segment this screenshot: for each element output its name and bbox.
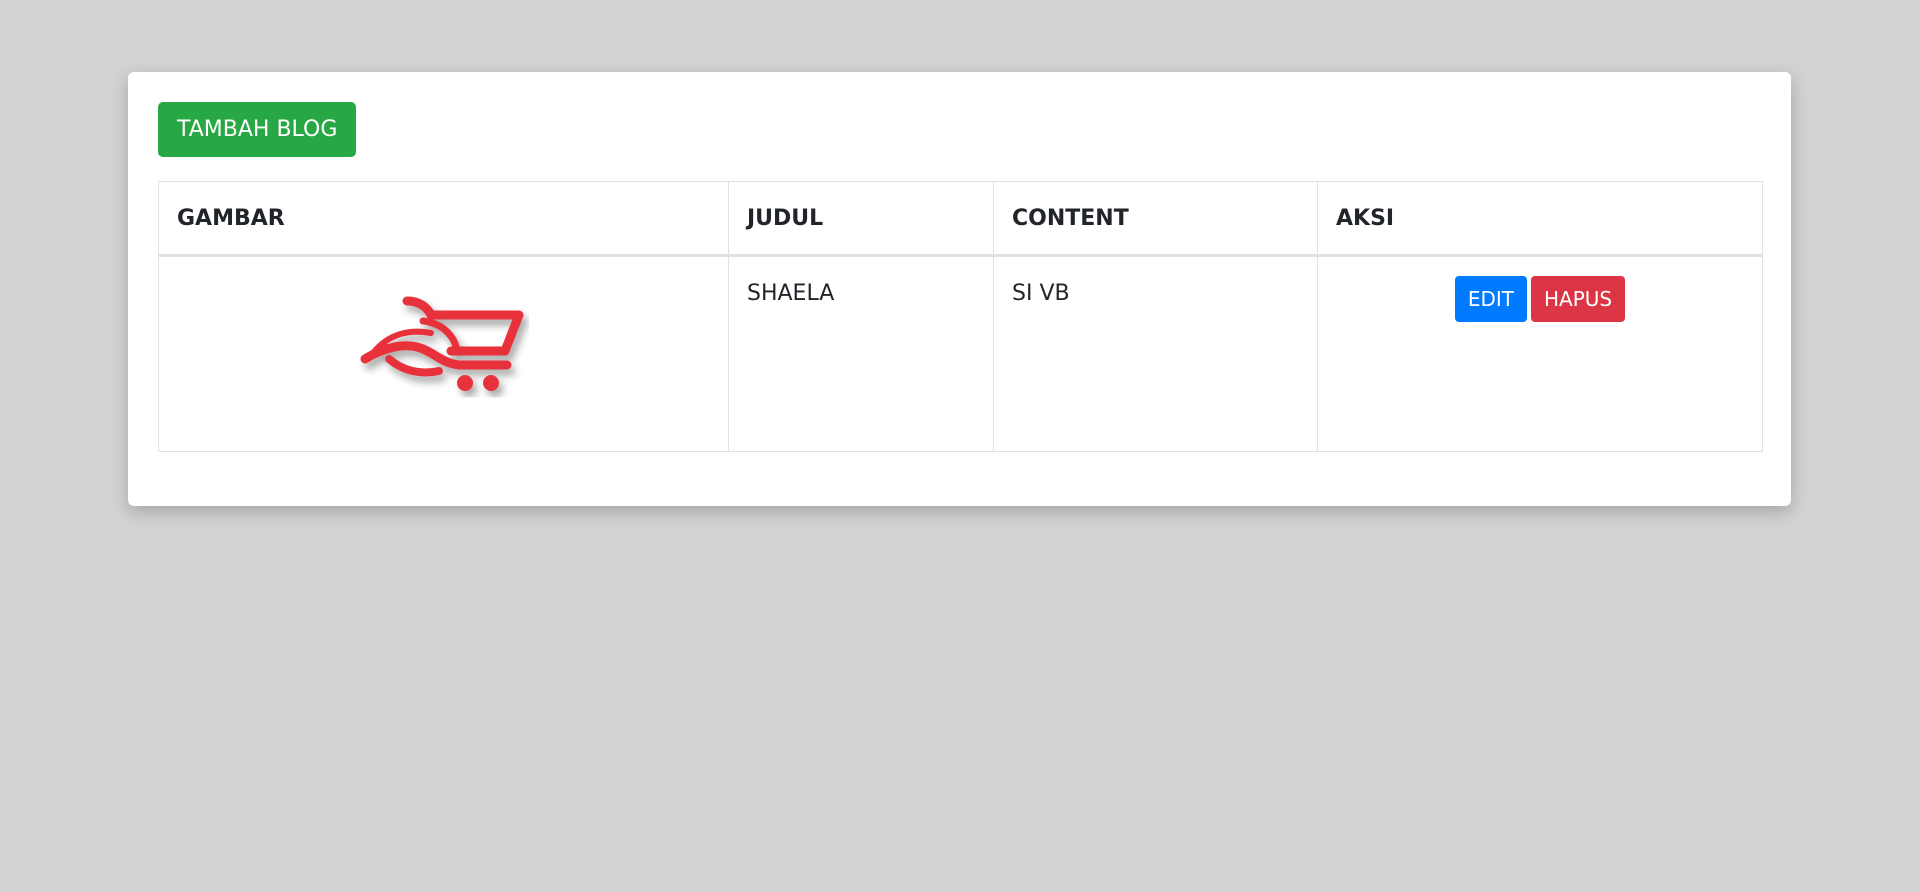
shopping-cart-logo-icon	[359, 293, 529, 403]
blog-card: TAMBAH BLOG GAMBAR JUDUL CONTENT AKSI SH…	[128, 72, 1791, 506]
judul-cell: SHAELA	[728, 255, 994, 452]
add-blog-button[interactable]: TAMBAH BLOG	[158, 102, 357, 157]
edit-button[interactable]: EDIT	[1454, 276, 1528, 322]
content-cell: SI VB	[993, 255, 1318, 452]
table-header-row: GAMBAR JUDUL CONTENT AKSI	[158, 181, 1763, 257]
aksi-cell: EDIT HAPUS	[1317, 255, 1763, 452]
header-aksi: AKSI	[1317, 181, 1763, 257]
table-row: SHAELA SI VB EDIT HAPUS	[158, 255, 1763, 452]
image-cell	[158, 255, 729, 452]
table-header: GAMBAR JUDUL CONTENT AKSI	[158, 181, 1763, 257]
blog-table: GAMBAR JUDUL CONTENT AKSI SHAELA SI VB E…	[158, 181, 1763, 452]
header-gambar: GAMBAR	[158, 181, 729, 257]
header-content: CONTENT	[993, 181, 1318, 257]
header-judul: JUDUL	[728, 181, 994, 257]
delete-button[interactable]: HAPUS	[1531, 276, 1626, 322]
